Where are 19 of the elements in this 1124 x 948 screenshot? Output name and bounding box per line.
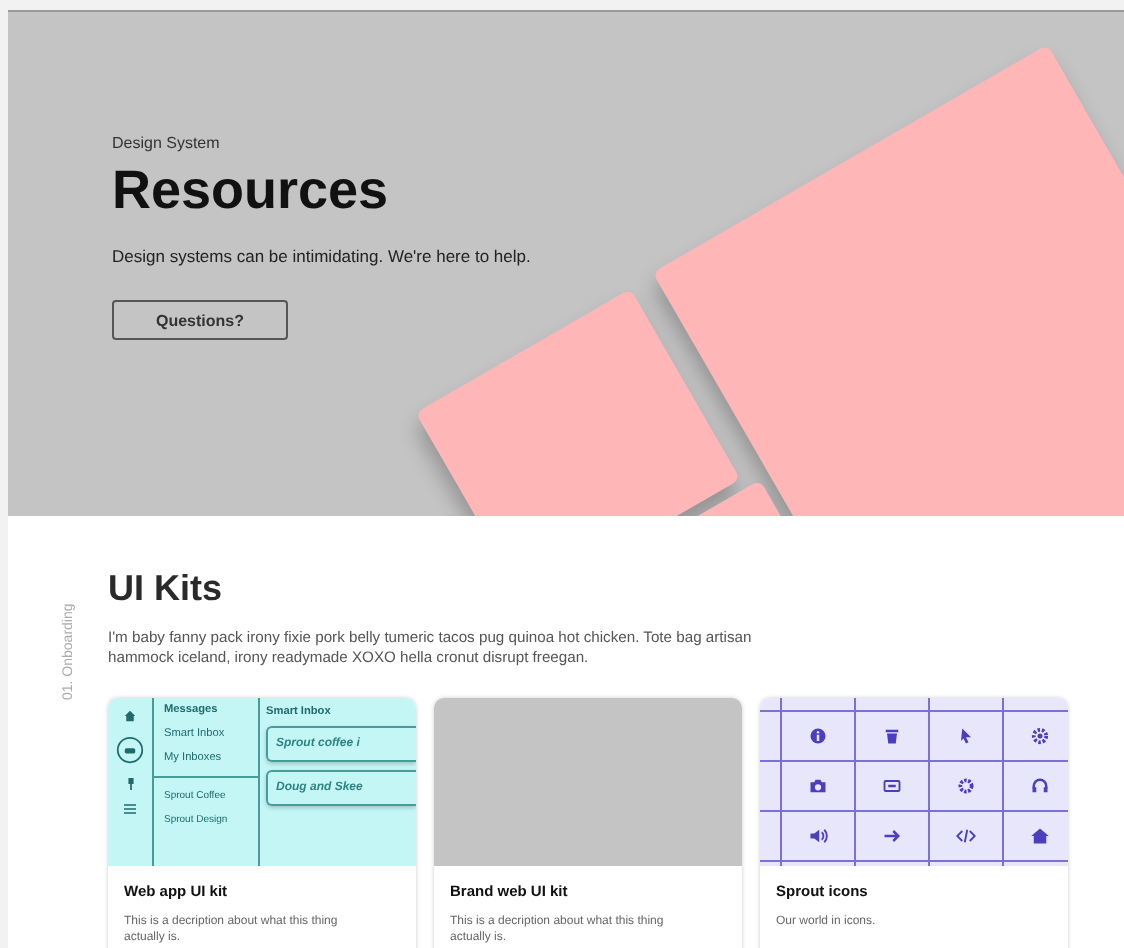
speaker-icon — [808, 825, 828, 845]
subtitle: Design systems can be intimidating. We're here to help. — [112, 246, 531, 266]
gear-icon — [956, 775, 976, 795]
cursor-icon — [956, 725, 976, 745]
headset-icon — [1030, 775, 1050, 795]
questions-button[interactable]: Questions? — [112, 300, 288, 340]
eyebrow-label: Design System — [112, 134, 220, 152]
section-title: UI Kits — [108, 568, 223, 610]
info-icon — [808, 725, 828, 745]
home-icon[interactable] — [124, 709, 136, 721]
pin-icon[interactable] — [125, 777, 135, 789]
page-title: Resources — [112, 160, 389, 222]
home-icon — [1030, 825, 1050, 845]
code-icon — [956, 825, 976, 845]
trash-icon — [882, 725, 902, 745]
arrow-icon — [882, 825, 902, 845]
menu-icon[interactable] — [124, 803, 136, 813]
camera-icon — [808, 775, 828, 795]
gear-icon — [1030, 725, 1050, 745]
